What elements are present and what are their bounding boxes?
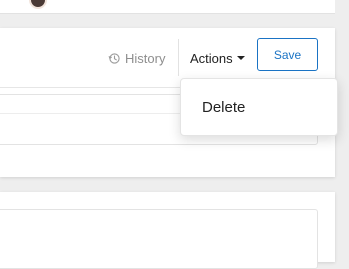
history-clock-icon	[108, 52, 121, 65]
save-button[interactable]: Save	[257, 38, 318, 71]
actions-dropdown-menu: Delete	[180, 78, 338, 136]
top-bar	[0, 0, 335, 14]
history-label: History	[125, 50, 166, 66]
actions-label: Actions	[190, 50, 233, 66]
history-link[interactable]: History	[108, 49, 165, 67]
header-divider	[178, 39, 179, 76]
form-field-box-2[interactable]	[0, 209, 318, 269]
caret-down-icon	[236, 56, 245, 60]
delete-menu-item[interactable]: Delete	[181, 87, 337, 127]
avatar[interactable]	[29, 0, 47, 9]
delete-label: Delete	[202, 98, 246, 116]
actions-dropdown-toggle[interactable]: Actions	[190, 49, 245, 67]
second-panel	[0, 192, 335, 269]
